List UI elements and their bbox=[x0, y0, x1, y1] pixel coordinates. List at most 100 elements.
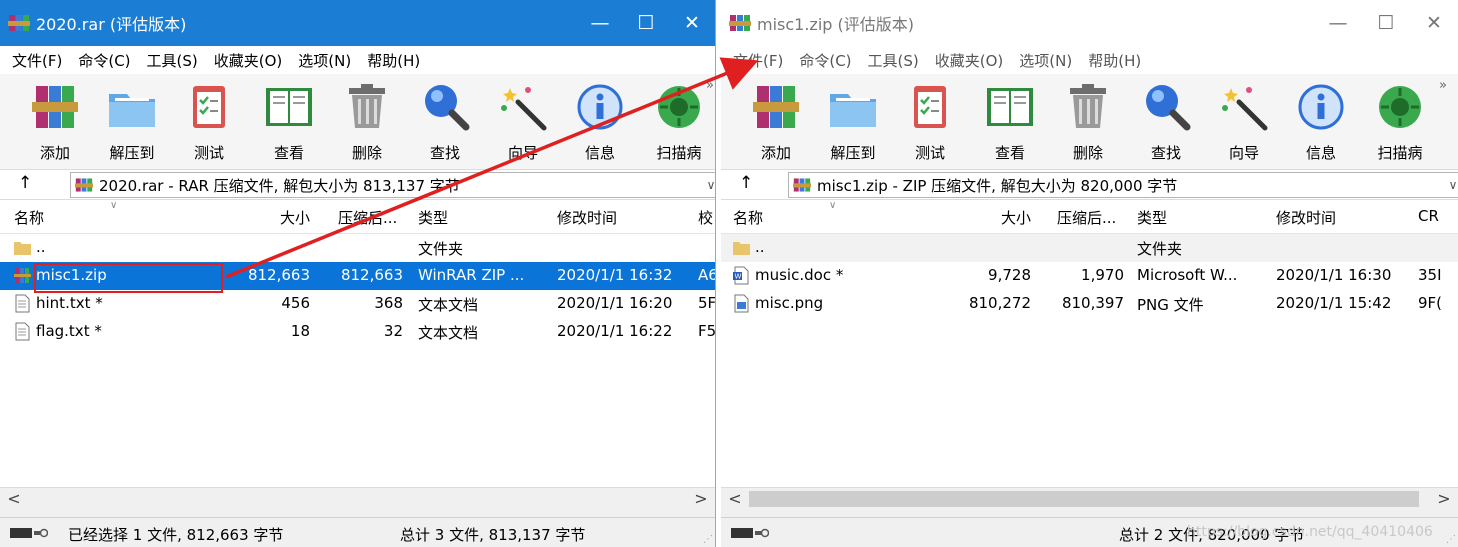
menu-commands[interactable]: 命令(C) bbox=[70, 50, 138, 71]
scrollbar-thumb[interactable] bbox=[749, 491, 1419, 507]
toolbar-label: 删除 bbox=[351, 144, 382, 162]
column-crc[interactable]: CR bbox=[1418, 207, 1439, 225]
folder-icon bbox=[14, 238, 31, 257]
extract-to-button[interactable]: 解压到 bbox=[95, 80, 169, 168]
menu-help[interactable]: 帮助(H) bbox=[359, 50, 428, 71]
menu-options[interactable]: 选项(N) bbox=[290, 50, 359, 71]
table-row[interactable]: W music.doc * 9,728 1,970 Microsoft W...… bbox=[721, 262, 1458, 290]
up-arrow-icon[interactable]: ↑ bbox=[739, 173, 753, 193]
horizontal-scrollbar[interactable]: < > bbox=[721, 487, 1458, 509]
file-crc: F5 bbox=[698, 322, 715, 340]
menu-file[interactable]: 文件(F) bbox=[4, 50, 70, 71]
scroll-left-icon[interactable]: < bbox=[725, 489, 745, 508]
title-bar[interactable]: misc1.zip (评估版本) — ☐ ✕ bbox=[721, 0, 1458, 46]
column-header-row: ∨ 名称 大小 压缩后... 类型 修改时间 CR bbox=[721, 200, 1458, 234]
menu-commands[interactable]: 命令(C) bbox=[791, 50, 859, 71]
maximize-button[interactable]: ☐ bbox=[1362, 0, 1410, 46]
address-field[interactable]: 2020.rar - RAR 压缩文件, 解包大小为 813,137 字节 ∨ bbox=[70, 172, 715, 198]
column-packed[interactable]: 压缩后... bbox=[1057, 207, 1116, 228]
zip-archive-icon bbox=[14, 266, 31, 285]
chevron-down-icon[interactable]: ∨ bbox=[1443, 178, 1458, 192]
table-row[interactable]: flag.txt * 18 32 文本文档 2020/1/1 16:22 F5 bbox=[0, 318, 715, 346]
scroll-right-icon[interactable]: > bbox=[691, 489, 711, 508]
virus-scan-button[interactable]: 扫描病 bbox=[1363, 80, 1437, 168]
chevron-down-icon[interactable]: ∨ bbox=[701, 178, 715, 192]
virus-scan-button[interactable]: 扫描病 bbox=[642, 80, 715, 168]
close-button[interactable]: ✕ bbox=[1410, 0, 1458, 46]
minimize-button[interactable]: — bbox=[1314, 0, 1362, 46]
title-bar[interactable]: 2020.rar (评估版本) — ☐ ✕ bbox=[0, 0, 715, 46]
address-field[interactable]: misc1.zip - ZIP 压缩文件, 解包大小为 820,000 字节 ∨ bbox=[788, 172, 1458, 198]
table-row[interactable]: .. 文件夹 bbox=[721, 234, 1458, 262]
view-book-icon bbox=[262, 80, 316, 134]
test-button[interactable]: 测试 bbox=[172, 80, 246, 168]
maximize-button[interactable]: ☐ bbox=[623, 0, 669, 46]
column-type[interactable]: 类型 bbox=[1137, 207, 1167, 228]
file-type: Microsoft W... bbox=[1137, 266, 1238, 284]
view-book-icon bbox=[983, 80, 1037, 134]
column-name[interactable]: 名称 bbox=[733, 207, 763, 228]
up-arrow-icon[interactable]: ↑ bbox=[18, 173, 32, 193]
info-button[interactable]: 信息 bbox=[563, 80, 637, 168]
column-modified[interactable]: 修改时间 bbox=[557, 207, 617, 228]
menu-file[interactable]: 文件(F) bbox=[725, 50, 791, 71]
column-type[interactable]: 类型 bbox=[418, 207, 448, 228]
file-type: 文本文档 bbox=[418, 324, 479, 342]
add-button[interactable]: 添加 bbox=[739, 80, 813, 168]
info-button[interactable]: 信息 bbox=[1284, 80, 1358, 168]
file-type: WinRAR ZIP ... bbox=[418, 266, 525, 284]
table-row[interactable]: hint.txt * 456 368 文本文档 2020/1/1 16:20 5… bbox=[0, 290, 715, 318]
add-button[interactable]: 添加 bbox=[18, 80, 92, 168]
close-button[interactable]: ✕ bbox=[669, 0, 715, 46]
horizontal-scrollbar[interactable]: < > bbox=[0, 487, 715, 509]
zip-archive-icon bbox=[793, 176, 811, 194]
text-file-icon bbox=[14, 322, 31, 341]
virus-scan-icon bbox=[652, 80, 706, 134]
winrar-app-icon bbox=[729, 12, 751, 34]
view-button[interactable]: 查看 bbox=[252, 80, 326, 168]
extract-to-button[interactable]: 解压到 bbox=[816, 80, 890, 168]
column-size[interactable]: 大小 bbox=[951, 207, 1031, 228]
toolbar-label: 添加 bbox=[39, 144, 70, 162]
delete-button[interactable]: 删除 bbox=[1051, 80, 1125, 168]
find-button[interactable]: 查找 bbox=[1129, 80, 1203, 168]
toolbar-overflow-chevron[interactable]: » bbox=[1439, 78, 1447, 93]
file-name: .. bbox=[36, 238, 46, 256]
delete-button[interactable]: 删除 bbox=[330, 80, 404, 168]
wizard-button[interactable]: 向导 bbox=[486, 80, 560, 168]
minimize-button[interactable]: — bbox=[577, 0, 623, 46]
column-packed[interactable]: 压缩后... bbox=[338, 207, 397, 228]
find-button[interactable]: 查找 bbox=[408, 80, 482, 168]
extract-folder-icon bbox=[826, 80, 880, 134]
column-modified[interactable]: 修改时间 bbox=[1276, 207, 1336, 228]
resize-grip-icon[interactable]: ⋰ bbox=[703, 534, 713, 545]
toolbar: 添加 解压到 测试 查看 删除 查找 向导 信息 扫描病 » bbox=[721, 74, 1458, 170]
scroll-left-icon[interactable]: < bbox=[4, 489, 24, 508]
menu-tools[interactable]: 工具(S) bbox=[860, 50, 927, 71]
info-icon bbox=[1294, 80, 1348, 134]
table-row[interactable]: .. 文件夹 bbox=[0, 234, 715, 262]
menu-options[interactable]: 选项(N) bbox=[1011, 50, 1080, 71]
toolbar-overflow-chevron[interactable]: » bbox=[706, 78, 714, 93]
wizard-button[interactable]: 向导 bbox=[1207, 80, 1281, 168]
table-row[interactable]: misc1.zip 812,663 812,663 WinRAR ZIP ...… bbox=[0, 262, 715, 290]
column-name[interactable]: 名称 bbox=[14, 207, 44, 228]
scroll-right-icon[interactable]: > bbox=[1434, 489, 1454, 508]
address-text: 2020.rar - RAR 压缩文件, 解包大小为 813,137 字节 bbox=[99, 176, 460, 195]
menu-tools[interactable]: 工具(S) bbox=[139, 50, 206, 71]
menu-favorites[interactable]: 收藏夹(O) bbox=[927, 50, 1012, 71]
file-packed: 812,663 bbox=[340, 266, 403, 284]
table-row[interactable]: misc.png 810,272 810,397 PNG 文件 2020/1/1… bbox=[721, 290, 1458, 318]
menu-help[interactable]: 帮助(H) bbox=[1080, 50, 1149, 71]
resize-grip-icon[interactable]: ⋰ bbox=[1446, 534, 1456, 545]
test-button[interactable]: 测试 bbox=[893, 80, 967, 168]
status-bar: 总计 2 文件, 820,000 字节 https://blog.csdn.ne… bbox=[721, 517, 1458, 547]
view-button[interactable]: 查看 bbox=[973, 80, 1047, 168]
winrar-app-icon bbox=[8, 12, 30, 34]
menu-bar: 文件(F) 命令(C) 工具(S) 收藏夹(O) 选项(N) 帮助(H) bbox=[0, 46, 715, 74]
sort-arrow-icon: ∨ bbox=[829, 200, 837, 211]
column-size[interactable]: 大小 bbox=[230, 207, 310, 228]
column-crc[interactable]: 校 bbox=[698, 207, 713, 228]
menu-favorites[interactable]: 收藏夹(O) bbox=[206, 50, 291, 71]
status-bar: 已经选择 1 文件, 812,663 字节 总计 3 文件, 813,137 字… bbox=[0, 517, 715, 547]
